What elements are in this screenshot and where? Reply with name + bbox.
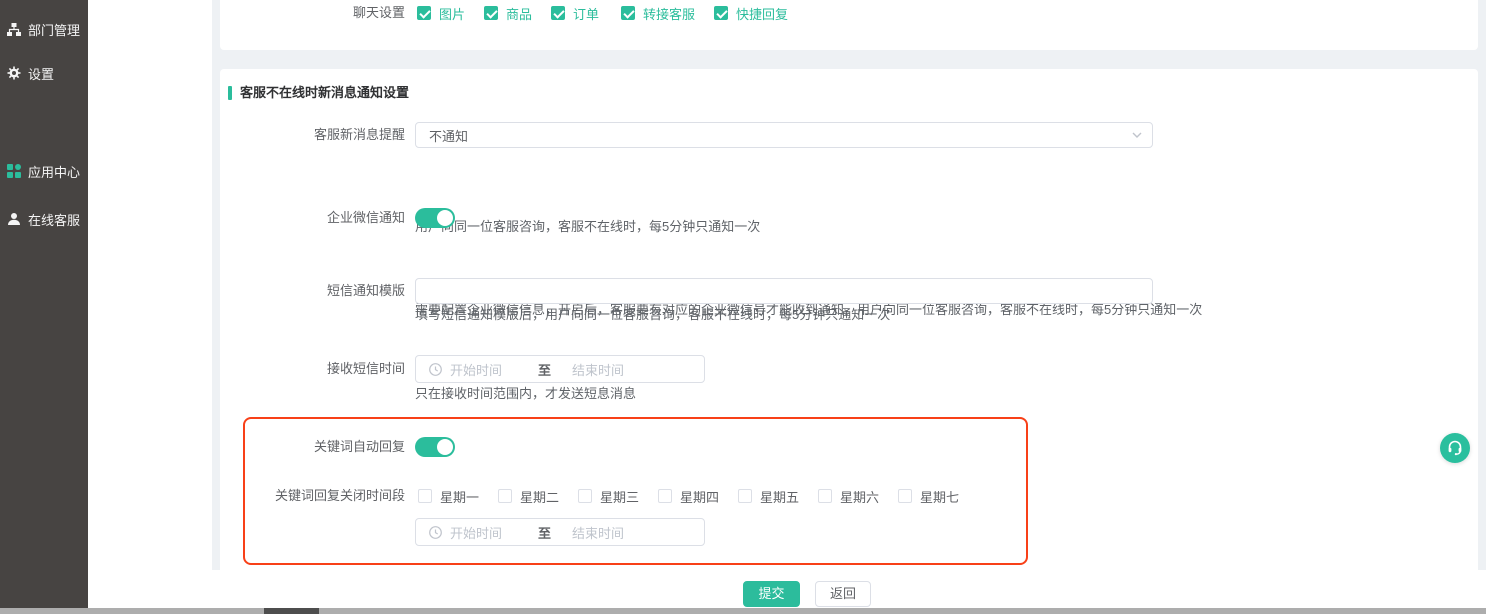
sms-time-label: 接收短信时间: [220, 355, 405, 383]
chat-settings-card: 聊天设置 图片 商品 订单 转接客服 快捷回复: [220, 0, 1478, 50]
sms-template-help: 填写短信通知模版后，用户向同一位客服咨询，客服不在线时，每5分钟只通知一次: [415, 307, 890, 323]
keyword-reply-toggle[interactable]: [415, 437, 455, 457]
chat-settings-label: 聊天设置: [220, 6, 405, 20]
weekday-checkbox-mon[interactable]: 星期一: [418, 489, 479, 503]
checkbox-checked-icon[interactable]: [551, 6, 565, 20]
submit-button[interactable]: 提交: [743, 581, 800, 607]
horizontal-scrollbar-thumb[interactable]: [264, 608, 319, 614]
chat-option-transfer[interactable]: 转接客服: [621, 6, 695, 20]
toggle-knob: [437, 210, 453, 226]
gear-icon: [7, 66, 21, 80]
org-icon: [7, 23, 21, 36]
horizontal-scrollbar[interactable]: [0, 608, 1486, 614]
weekday-checkbox-sun[interactable]: 星期七: [898, 489, 959, 503]
sms-time-help: 只在接收时间范围内，才发送短息消息: [415, 386, 636, 402]
range-separator: 至: [538, 523, 572, 542]
notify-select-value: 不通知: [429, 126, 468, 145]
chat-option-image[interactable]: 图片: [417, 6, 465, 20]
offline-notify-card: 客服不在线时新消息通知设置 客服新消息提醒 不通知 用户向同一位客服咨询，客服不…: [220, 69, 1478, 614]
weekday-checkbox-sat[interactable]: 星期六: [818, 489, 879, 503]
footer-action-bar: 提交 返回: [204, 570, 1486, 608]
customer-service-float-button[interactable]: [1440, 433, 1470, 463]
submenu-panel: [88, 0, 212, 608]
sms-template-label: 短信通知模版: [220, 278, 405, 304]
notify-label: 客服新消息提醒: [220, 122, 405, 148]
checkbox-icon[interactable]: [898, 489, 912, 503]
checkbox-checked-icon[interactable]: [621, 6, 635, 20]
weekday-checkbox-fri[interactable]: 星期五: [738, 489, 799, 503]
weekday-checkbox-thu[interactable]: 星期四: [658, 489, 719, 503]
sidebar-item-settings[interactable]: 设置: [7, 64, 54, 82]
wechat-label: 企业微信通知: [220, 208, 405, 228]
checkbox-icon[interactable]: [418, 489, 432, 503]
keyword-reply-label: 关键词自动回复: [220, 437, 405, 457]
checkbox-icon[interactable]: [818, 489, 832, 503]
chat-option-product[interactable]: 商品: [484, 6, 532, 20]
headset-icon: [1446, 439, 1464, 457]
clock-icon: [429, 526, 442, 539]
notify-select[interactable]: 不通知: [415, 122, 1153, 148]
apps-icon: [7, 164, 21, 178]
chevron-down-icon: [1132, 132, 1142, 139]
weekday-checkbox-tue[interactable]: 星期二: [498, 489, 559, 503]
range-separator: 至: [538, 360, 572, 379]
sidebar-item-label: 设置: [28, 64, 54, 83]
chat-option-order[interactable]: 订单: [551, 6, 599, 20]
sidebar-item-label: 在线客服: [28, 210, 80, 229]
start-time-input[interactable]: 开始时间: [450, 360, 538, 379]
notify-help: 用户向同一位客服咨询，客服不在线时，每5分钟只通知一次: [415, 219, 760, 235]
checkbox-icon[interactable]: [578, 489, 592, 503]
checkbox-checked-icon[interactable]: [484, 6, 498, 20]
sidebar-item-app-center[interactable]: 应用中心: [7, 162, 80, 180]
toggle-knob: [437, 439, 453, 455]
person-icon: [7, 212, 21, 226]
wechat-toggle[interactable]: [415, 208, 455, 228]
back-button[interactable]: 返回: [815, 581, 871, 607]
keyword-off-label: 关键词回复关闭时间段: [220, 488, 405, 504]
sidebar: 部门管理 设置 应用中心 在线客服: [0, 0, 88, 608]
sidebar-item-label: 应用中心: [28, 162, 80, 181]
sidebar-item-online-service[interactable]: 在线客服: [7, 210, 80, 228]
section-accent-bar: [228, 86, 232, 100]
checkbox-icon[interactable]: [498, 489, 512, 503]
weekday-checkbox-wed[interactable]: 星期三: [578, 489, 639, 503]
section-title: 客服不在线时新消息通知设置: [240, 85, 409, 101]
sms-time-range-picker[interactable]: 开始时间 至 结束时间: [415, 355, 705, 383]
checkbox-checked-icon[interactable]: [714, 6, 728, 20]
sidebar-item-department[interactable]: 部门管理: [7, 20, 80, 38]
start-time-input[interactable]: 开始时间: [450, 523, 538, 542]
checkbox-icon[interactable]: [658, 489, 672, 503]
end-time-input[interactable]: 结束时间: [572, 523, 660, 542]
end-time-input[interactable]: 结束时间: [572, 360, 660, 379]
checkbox-checked-icon[interactable]: [417, 6, 431, 20]
clock-icon: [429, 363, 442, 376]
sms-template-input[interactable]: [415, 278, 1153, 304]
chat-option-quick-reply[interactable]: 快捷回复: [714, 6, 788, 20]
checkbox-icon[interactable]: [738, 489, 752, 503]
sidebar-item-label: 部门管理: [28, 20, 80, 39]
keyword-off-time-range-picker[interactable]: 开始时间 至 结束时间: [415, 518, 705, 546]
